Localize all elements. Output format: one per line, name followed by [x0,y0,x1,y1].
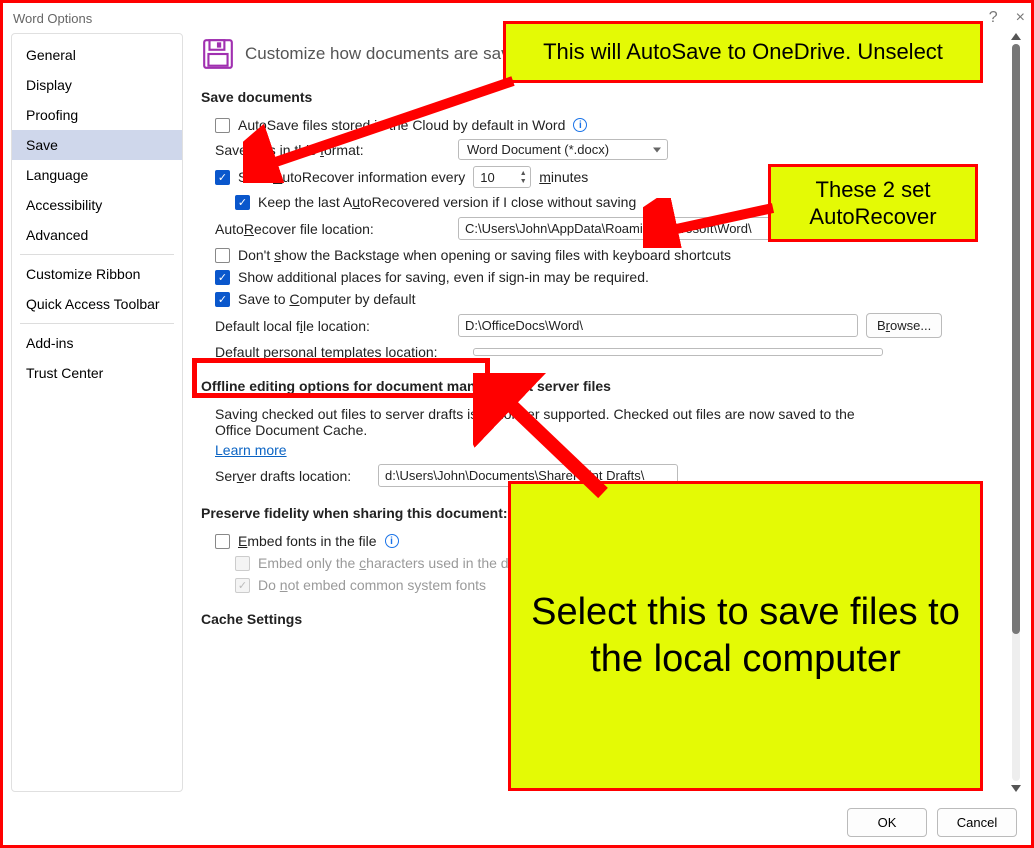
sidebar-item-language[interactable]: Language [12,160,182,190]
sidebar-item-qat[interactable]: Quick Access Toolbar [12,289,182,319]
checkbox-embed-fonts[interactable] [215,534,230,549]
label-dont-show-backstage: Don't show the Backstage when opening or… [238,247,731,263]
sidebar-item-display[interactable]: Display [12,70,182,100]
highlight-save-to-computer [192,358,490,398]
browse-default-local-button[interactable]: Browse... [866,313,942,338]
save-floppy-icon [201,37,235,71]
label-show-additional: Show additional places for saving, even … [238,269,649,285]
info-icon[interactable]: i [573,118,587,132]
label-autorecover-pre: Save AutoRecover information every [238,169,465,185]
label-minutes: minutes [539,169,588,185]
checkbox-show-additional-places[interactable] [215,270,230,285]
field-default-local[interactable]: D:\OfficeDocs\Word\ [458,314,858,337]
sidebar-item-trust-center[interactable]: Trust Center [12,358,182,388]
autorecover-minutes-value: 10 [480,170,494,185]
label-keep-last: Keep the last AutoRecovered version if I… [258,194,636,210]
sidebar-item-proofing[interactable]: Proofing [12,100,182,130]
vertical-scrollbar[interactable] [1009,33,1023,792]
sidebar-item-addins[interactable]: Add-ins [12,328,182,358]
label-no-common: Do not embed common system fonts [258,577,486,593]
combo-save-format[interactable]: Word Document (*.docx) [458,139,668,160]
field-default-templates[interactable] [473,348,883,356]
cancel-button[interactable]: Cancel [937,808,1017,837]
separator [20,323,174,324]
label-embed-fonts: Embed fonts in the file [238,533,377,549]
spinner-autorecover-minutes[interactable]: 10 ▲▼ [473,166,531,188]
section-save-documents: Save documents [201,89,999,105]
label-save-to-computer: Save to Computer by default [238,291,415,307]
separator [20,254,174,255]
sidebar-item-customize-ribbon[interactable]: Customize Ribbon [12,259,182,289]
ok-button[interactable]: OK [847,808,927,837]
checkbox-dont-show-backstage[interactable] [215,248,230,263]
label-server-drafts: Server drafts location: [215,468,370,484]
category-sidebar: General Display Proofing Save Language A… [11,33,183,792]
pane-header: Customize how documents are saved. [245,44,533,64]
annotated-screenshot: Word Options ? × General Display Proofin… [0,0,1034,848]
annotation-autorecover: These 2 set AutoRecover [768,164,978,242]
label-autosave-cloud: AutoSave files stored in the Cloud by de… [238,117,565,133]
sidebar-item-accessibility[interactable]: Accessibility [12,190,182,220]
dialog-footer: OK Cancel [3,800,1031,845]
checkbox-no-common-fonts [235,578,250,593]
annotation-autosave: This will AutoSave to OneDrive. Unselect [503,21,983,83]
label-ar-location: AutoRecover file location: [215,221,450,237]
help-icon[interactable]: ? [989,9,998,27]
info-icon[interactable]: i [385,534,399,548]
label-default-local: Default local file location: [215,318,450,334]
label-save-format: Save files in this format: [215,142,450,158]
annotation-save-local: Select this to save files to the local c… [508,481,983,791]
checkbox-keep-last-autorecover[interactable] [235,195,250,210]
sidebar-item-general[interactable]: General [12,40,182,70]
checkbox-save-to-computer[interactable] [215,292,230,307]
window-title: Word Options [13,11,92,26]
close-icon[interactable]: × [1016,9,1025,27]
sidebar-item-save[interactable]: Save [12,130,182,160]
sidebar-item-advanced[interactable]: Advanced [12,220,182,250]
checkbox-embed-chars-only [235,556,250,571]
learn-more-link[interactable]: Learn more [215,442,999,458]
checkbox-autorecover[interactable] [215,170,230,185]
offline-para: Saving checked out files to server draft… [215,406,855,438]
checkbox-autosave-cloud[interactable] [215,118,230,133]
